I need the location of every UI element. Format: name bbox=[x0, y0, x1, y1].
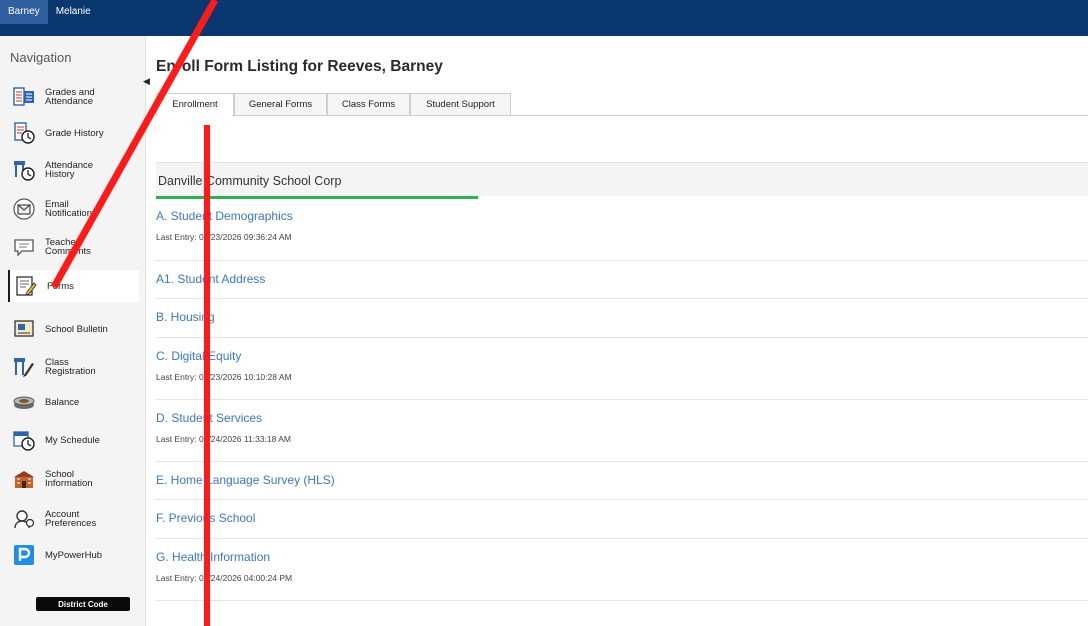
tab-general-forms[interactable]: General Forms bbox=[234, 93, 327, 116]
comments-icon bbox=[14, 239, 34, 257]
school-icon bbox=[14, 471, 34, 488]
list-item: A1. Student Address bbox=[156, 261, 1088, 299]
navigation-title: Navigation bbox=[10, 50, 72, 65]
tab-student-support[interactable]: Student Support bbox=[410, 93, 511, 116]
school-section-header: Danville Community School Corp bbox=[156, 162, 1088, 199]
student-tab-barney[interactable]: Barney bbox=[0, 0, 48, 24]
sidebar-collapse-handle[interactable]: ◀ bbox=[143, 76, 150, 92]
district-code-button[interactable]: District Code bbox=[36, 597, 130, 611]
list-item: F. Previous School bbox=[156, 500, 1088, 539]
sidebar-item-label: My Schedule bbox=[45, 434, 100, 446]
form-link-student-address[interactable]: A1. Student Address bbox=[156, 272, 1088, 286]
sidebar-item-balance[interactable]: Balance bbox=[8, 387, 139, 417]
form-last-entry: Last Entry: 02/24/2026 11:33:18 AM bbox=[156, 434, 291, 444]
sidebar-item-label: School Information bbox=[45, 469, 93, 489]
sidebar-item-email-notification[interactable]: Email Notification bbox=[8, 194, 139, 224]
tab-enrollment[interactable]: Enrollment bbox=[156, 93, 234, 117]
form-link-student-demographics[interactable]: A. Student Demographics bbox=[156, 209, 1088, 223]
balance-icon bbox=[13, 396, 35, 409]
form-link-student-services[interactable]: D. Student Services bbox=[156, 411, 1088, 425]
sidebar-item-label: Teacher Comments bbox=[45, 237, 91, 257]
school-name: Danville Community School Corp bbox=[158, 174, 342, 188]
mypowerhub-icon bbox=[14, 545, 34, 565]
attendance-history-icon bbox=[14, 161, 35, 181]
sidebar-item-grade-history[interactable]: Grade History bbox=[8, 118, 139, 148]
sidebar-item-label: Grades and Attendance bbox=[45, 87, 95, 107]
student-switcher-bar: Barney Melanie bbox=[0, 0, 1088, 36]
form-link-housing[interactable]: B. Housing bbox=[156, 310, 1088, 324]
list-item: A. Student Demographics Last Entry: 02/2… bbox=[156, 199, 1088, 261]
app-window: Barney Melanie ◀ Navigation Grades and A… bbox=[0, 0, 1088, 626]
sidebar-item-label: Class Registration bbox=[45, 357, 96, 377]
sidebar-item-class-registration[interactable]: Class Registration bbox=[8, 352, 139, 382]
sidebar-item-attendance-history[interactable]: Attendance History bbox=[8, 155, 139, 185]
sidebar-item-label: Forms bbox=[47, 280, 74, 292]
form-link-home-language-survey[interactable]: E. Home Language Survey (HLS) bbox=[156, 473, 1088, 487]
form-last-entry: Last Entry: 02/23/2026 10:10:28 AM bbox=[156, 372, 292, 382]
form-link-previous-school[interactable]: F. Previous School bbox=[156, 511, 1088, 525]
form-list: A. Student Demographics Last Entry: 02/2… bbox=[156, 199, 1088, 601]
sidebar-item-grades-attendance[interactable]: Grades and Attendance bbox=[8, 82, 139, 112]
list-item: D. Student Services Last Entry: 02/24/20… bbox=[156, 400, 1088, 462]
sidebar-item-label: Grade History bbox=[45, 127, 104, 139]
list-item: B. Housing bbox=[156, 299, 1088, 338]
page-title: Enroll Form Listing for Reeves, Barney bbox=[156, 58, 443, 75]
sidebar-item-school-information[interactable]: School Information bbox=[8, 464, 139, 494]
tab-class-forms[interactable]: Class Forms bbox=[327, 93, 410, 116]
sidebar-item-account-preferences[interactable]: Account Preferences bbox=[8, 504, 139, 534]
sidebar-item-label: Account Preferences bbox=[45, 509, 97, 529]
list-item: G. Health Information Last Entry: 02/24/… bbox=[156, 539, 1088, 601]
email-icon bbox=[13, 198, 35, 220]
form-tabs: Enrollment General Forms Class Forms Stu… bbox=[156, 93, 1088, 117]
grade-history-icon bbox=[14, 122, 35, 144]
sidebar-item-label: Email Notification bbox=[45, 199, 92, 219]
list-item: E. Home Language Survey (HLS) bbox=[156, 462, 1088, 500]
grades-attendance-icon bbox=[13, 87, 34, 106]
class-registration-icon bbox=[14, 358, 34, 377]
bulletin-icon bbox=[14, 320, 34, 337]
sidebar-item-label: Attendance History bbox=[45, 160, 94, 180]
schedule-icon bbox=[13, 431, 35, 451]
list-item: C. Digital Equity Last Entry: 02/23/2026… bbox=[156, 338, 1088, 400]
sidebar-item-label: Balance bbox=[45, 396, 80, 408]
student-tab-melanie[interactable]: Melanie bbox=[48, 0, 99, 24]
form-last-entry: Last Entry: 02/24/2026 04:00:24 PM bbox=[156, 573, 293, 583]
sidebar-item-forms[interactable]: Forms bbox=[8, 270, 139, 302]
account-preferences-icon bbox=[14, 510, 35, 529]
sidebar-item-mypowerhub[interactable]: MyPowerHub bbox=[8, 540, 139, 570]
sidebar-item-my-schedule[interactable]: My Schedule bbox=[8, 425, 139, 455]
sidebar-item-school-bulletin[interactable]: School Bulletin bbox=[8, 314, 139, 344]
form-link-digital-equity[interactable]: C. Digital Equity bbox=[156, 349, 1088, 363]
forms-icon bbox=[16, 276, 37, 296]
sidebar-item-label: School Bulletin bbox=[45, 323, 108, 335]
sidebar-item-label: MyPowerHub bbox=[45, 549, 103, 561]
form-last-entry: Last Entry: 02/23/2026 09:36:24 AM bbox=[156, 232, 292, 242]
sidebar: ◀ Navigation Grades and Attendance Grade… bbox=[0, 36, 150, 626]
sidebar-item-teacher-comments[interactable]: Teacher Comments bbox=[8, 232, 139, 262]
form-link-health-information[interactable]: G. Health Information bbox=[156, 550, 1088, 564]
